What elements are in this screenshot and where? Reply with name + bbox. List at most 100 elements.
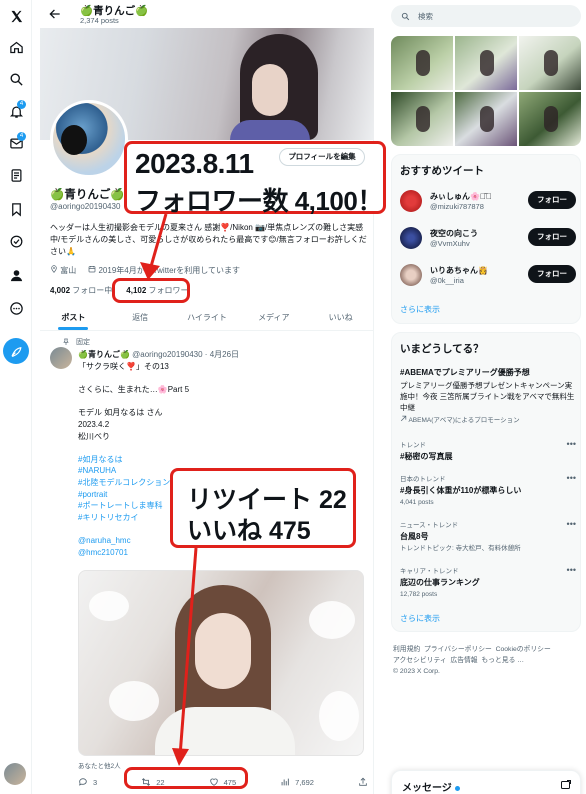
promoted-trend[interactable]: #ABEMAでプレミアリーグ優勝予想 プレミアリーグ優勝予想プレゼントキャンペー… bbox=[400, 365, 576, 426]
post-icon bbox=[11, 346, 21, 357]
tweet-line bbox=[78, 373, 358, 385]
follow-button[interactable]: フォロー bbox=[528, 191, 576, 209]
trend-item[interactable]: 日本のトレンド #身長引く体重が110が標準らしい 4,041 posts ••… bbox=[400, 473, 576, 508]
profile-tabs: ポスト 返信 ハイライト メディア いいね bbox=[40, 305, 374, 331]
footer-link[interactable]: プライバシーポリシー bbox=[424, 646, 492, 653]
tweet-line bbox=[78, 396, 358, 408]
back-arrow-icon[interactable] bbox=[48, 7, 62, 21]
trend-item[interactable]: トレンド #秘密の写真展 ••• bbox=[400, 439, 576, 462]
pinned-indicator: 固定 bbox=[62, 337, 90, 347]
gallery-photo[interactable] bbox=[455, 36, 517, 90]
avatar bbox=[400, 264, 422, 286]
tab-replies[interactable]: 返信 bbox=[107, 305, 174, 330]
footer-links: 利用規約 プライバシーポリシー Cookieのポリシー アクセシビリティ 広告情… bbox=[393, 644, 579, 677]
location: 富山 bbox=[50, 265, 76, 276]
lists-icon[interactable] bbox=[6, 165, 26, 185]
tweet-date[interactable]: 4月26日 bbox=[210, 350, 239, 359]
reply-icon bbox=[79, 778, 87, 786]
show-more-link[interactable]: さらに表示 bbox=[400, 304, 440, 315]
bookmarks-icon[interactable] bbox=[6, 199, 26, 219]
trend-context: キャリア・トレンド bbox=[400, 568, 459, 575]
tab-highlights[interactable]: ハイライト bbox=[174, 305, 241, 330]
more-icon[interactable]: ••• bbox=[567, 519, 576, 529]
tweet-author[interactable]: 🍏青りんご🍏 bbox=[78, 350, 130, 359]
recommended-title: おすすめツイート bbox=[400, 165, 484, 177]
tweet-photo[interactable] bbox=[78, 570, 364, 756]
views-button[interactable]: 7,692 bbox=[280, 775, 314, 789]
footer-link[interactable]: アクセシビリティ bbox=[393, 657, 447, 664]
profile-topbar: 🍏青りんご🍏 2,374 posts bbox=[40, 0, 374, 28]
edit-profile-button[interactable]: プロフィールを編集 bbox=[279, 148, 365, 166]
tweet-handle[interactable]: @aoringo20190430 bbox=[132, 350, 202, 359]
location-text: 富山 bbox=[60, 266, 77, 275]
messages-badge: 4 bbox=[17, 132, 26, 141]
more-icon[interactable]: ••• bbox=[567, 439, 576, 449]
more-icon[interactable]: ••• bbox=[567, 565, 576, 575]
tweet-header: 🍏青りんご🍏 @aoringo20190430 · 4月26日 bbox=[78, 350, 240, 359]
follow-button[interactable]: フォロー bbox=[528, 265, 576, 283]
trend-context: 日本のトレンド bbox=[400, 476, 446, 483]
tagged-users[interactable]: あなたと他2人 bbox=[78, 760, 121, 770]
profile-bio: ヘッダーは人生初撮影会モデルの夏来さん 感謝❣️/Nikon 📷/単焦点レンズの… bbox=[50, 223, 367, 256]
more-icon[interactable] bbox=[6, 298, 26, 318]
account-avatar[interactable] bbox=[4, 763, 26, 785]
show-more-link[interactable]: さらに表示 bbox=[400, 613, 440, 624]
x-logo-icon[interactable] bbox=[6, 6, 26, 26]
recommended-user[interactable]: いりあちゃん👸 @0k__iria フォロー bbox=[400, 262, 576, 290]
messages-drawer[interactable]: メッセージ bbox=[391, 770, 581, 794]
tab-media[interactable]: メディア bbox=[240, 305, 307, 330]
follow-button[interactable]: フォロー bbox=[528, 228, 576, 246]
footer-link[interactable]: 広告情報 bbox=[450, 657, 477, 664]
new-message-icon[interactable] bbox=[560, 779, 572, 791]
tweet-line: モデル 如月なるは さん bbox=[78, 408, 163, 418]
trend-item[interactable]: ニュース・トレンド 台風8号 トレンドトピック: 寺大松戸、有料休憩所 ••• bbox=[400, 519, 576, 554]
joined-text: 2019年4月からTwitterを利用しています bbox=[98, 266, 241, 275]
more-icon[interactable]: ••• bbox=[567, 473, 576, 483]
annotation-likes: いいね 475 bbox=[187, 517, 311, 545]
profile-column: 🍏青りんご🍏 2,374 posts 🍏青りんご🍏 @aoringo201904… bbox=[40, 0, 374, 794]
profile-avatar[interactable] bbox=[50, 100, 128, 178]
footer-link[interactable]: Cookieのポリシー bbox=[496, 646, 551, 653]
tweet-line: 松川べり bbox=[78, 431, 110, 441]
notifications-icon[interactable]: 4 bbox=[6, 100, 26, 121]
messages-icon[interactable]: 4 bbox=[6, 132, 26, 153]
verified-icon[interactable] bbox=[6, 231, 26, 251]
recommended-user[interactable]: 夜空の向こう @VvmXuhv フォロー bbox=[400, 225, 576, 253]
gallery-photo[interactable] bbox=[455, 92, 517, 146]
home-icon[interactable] bbox=[6, 37, 26, 57]
search-icon[interactable] bbox=[6, 69, 26, 89]
tab-posts[interactable]: ポスト bbox=[40, 305, 107, 330]
trend-posts: 12,782 posts bbox=[400, 591, 438, 598]
gallery-photo[interactable] bbox=[391, 36, 453, 90]
post-button[interactable] bbox=[3, 338, 29, 364]
user-handle: @mizuki787878 bbox=[430, 202, 484, 211]
notifications-badge: 4 bbox=[17, 100, 26, 109]
tab-likes[interactable]: いいね bbox=[307, 305, 374, 330]
trends-title: いまどうしてる？ bbox=[400, 343, 484, 355]
gallery-photo[interactable] bbox=[391, 92, 453, 146]
profile-icon[interactable] bbox=[6, 265, 26, 285]
trend-item[interactable]: キャリア・トレンド 底辺の仕事ランキング 12,782 posts ••• bbox=[400, 565, 576, 600]
recommended-user[interactable]: みぃしゅん🌸◡̈⃝ @mizuki787878 フォロー bbox=[400, 188, 576, 216]
user-name: いりあちゃん👸 bbox=[430, 266, 488, 275]
tweet-line[interactable]: @hmc210701 bbox=[78, 547, 358, 559]
user-name: みぃしゅん🌸◡̈⃝ bbox=[430, 192, 492, 201]
footer-link[interactable]: 利用規約 bbox=[393, 646, 420, 653]
followers-highlight-ring bbox=[112, 278, 190, 303]
tweet-line bbox=[78, 442, 358, 454]
promoted-icon bbox=[400, 415, 407, 422]
following-link[interactable]: 4,002 フォロー中 bbox=[50, 285, 112, 296]
reply-button[interactable]: 3 bbox=[78, 775, 97, 789]
share-button[interactable] bbox=[358, 775, 368, 789]
trend-title: 底辺の仕事ランキング bbox=[400, 578, 480, 587]
tweet-avatar[interactable] bbox=[50, 347, 72, 369]
user-name: 夜空の向こう bbox=[430, 229, 478, 238]
joined: 2019年4月からTwitterを利用しています bbox=[88, 265, 240, 276]
footer-link[interactable]: もっと見る … bbox=[481, 657, 524, 664]
avatar bbox=[400, 190, 422, 212]
gallery-photo[interactable] bbox=[519, 92, 581, 146]
tweet-line[interactable]: #如月なるは bbox=[78, 454, 358, 466]
user-handle: @0k__iria bbox=[430, 276, 464, 285]
search-input[interactable]: 検索 bbox=[391, 5, 581, 27]
gallery-photo[interactable] bbox=[519, 36, 581, 90]
